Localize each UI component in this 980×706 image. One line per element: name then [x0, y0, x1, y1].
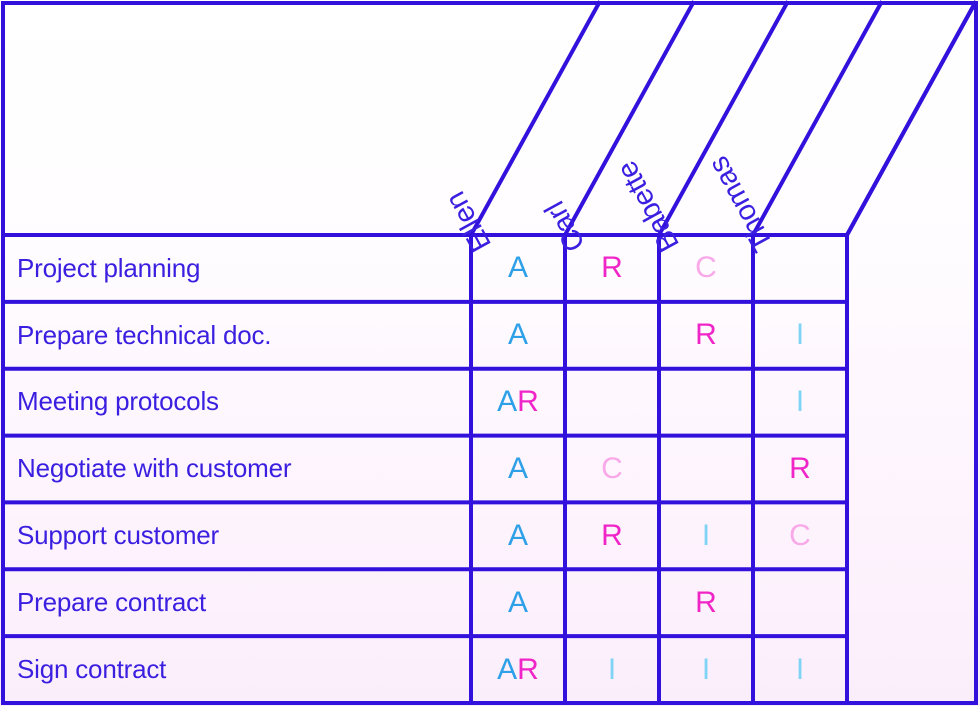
raci-value: R	[695, 585, 717, 619]
task-label: Sign contract	[17, 653, 167, 684]
raci-value: I	[701, 518, 711, 552]
raci-value: C	[695, 253, 717, 283]
raci-cell: R	[659, 569, 753, 636]
raci-cell: I	[753, 302, 847, 369]
raci-cell	[753, 235, 847, 302]
row-label-cell: Project planning	[3, 235, 471, 302]
raci-letter-r: R	[695, 318, 717, 352]
raci-value: A	[507, 518, 528, 552]
raci-matrix-diagram: Ellen Carl Babette Thomas Project planning P…	[0, 0, 980, 706]
raci-cell: A	[471, 436, 565, 503]
raci-cell: C	[565, 436, 659, 503]
raci-cell: A	[471, 569, 565, 636]
row-label-cell: Sign contract	[3, 636, 471, 703]
raci-value: A	[507, 585, 528, 619]
raci-cell: I	[565, 636, 659, 703]
raci-value: C	[601, 451, 623, 485]
raci-letter-c: C	[695, 251, 717, 285]
raci-letter-c: C	[789, 518, 811, 552]
raci-letter-a: A	[507, 251, 528, 285]
raci-cell: AR	[471, 369, 565, 436]
raci-letter-a: A	[497, 652, 518, 686]
raci-letter-c: C	[601, 451, 623, 485]
raci-cell: C	[659, 235, 753, 302]
raci-letter-r: R	[695, 585, 717, 619]
raci-cell	[565, 302, 659, 369]
raci-cell: R	[659, 302, 753, 369]
row-label-cell: Meeting protocols	[3, 369, 471, 436]
raci-cell	[753, 569, 847, 636]
raci-value: R	[789, 451, 811, 485]
raci-letter-i: I	[701, 518, 711, 552]
raci-cell	[659, 436, 753, 503]
row-label-cell: Prepare technical doc.	[3, 302, 471, 369]
raci-letter-i: I	[701, 652, 711, 686]
task-label: Prepare technical doc.	[17, 319, 272, 350]
raci-value: AR	[497, 652, 539, 686]
raci-value: R	[695, 320, 717, 350]
row-label-cell: Support customer	[3, 502, 471, 569]
raci-cell: I	[659, 502, 753, 569]
raci-value: I	[795, 652, 805, 686]
raci-cell: A	[471, 502, 565, 569]
raci-cell: AR	[471, 636, 565, 703]
raci-value: C	[789, 518, 811, 552]
task-label: Prepare contract	[17, 587, 207, 618]
raci-letter-a: A	[507, 585, 528, 619]
raci-value: A	[508, 320, 528, 350]
raci-value: R	[601, 518, 623, 552]
raci-letter-r: R	[601, 251, 623, 285]
task-label: Negotiate with customer	[17, 453, 292, 484]
raci-letter-i: I	[795, 318, 805, 352]
task-label: Project planning	[17, 252, 201, 283]
raci-cell: R	[565, 235, 659, 302]
raci-letter-a: A	[507, 451, 528, 485]
raci-letter-r: R	[517, 652, 539, 686]
raci-cell: I	[659, 636, 753, 703]
raci-cell	[565, 569, 659, 636]
raci-cell: I	[753, 369, 847, 436]
raci-letter-r: R	[601, 518, 623, 552]
raci-letter-a: A	[497, 385, 518, 419]
raci-value: R	[601, 253, 623, 283]
task-label: Support customer	[17, 520, 220, 551]
raci-cell	[565, 369, 659, 436]
raci-cell: R	[565, 502, 659, 569]
raci-letter-i: I	[607, 652, 617, 686]
raci-letter-i: I	[795, 385, 805, 419]
raci-value: I	[701, 652, 711, 686]
raci-letter-r: R	[789, 451, 811, 485]
raci-cell: A	[471, 235, 565, 302]
raci-letter-a: A	[507, 518, 528, 552]
raci-letter-a: A	[507, 318, 528, 352]
raci-cell: R	[753, 436, 847, 503]
raci-value: AR	[497, 387, 539, 417]
task-label: Meeting protocols	[17, 386, 219, 417]
raci-value: I	[607, 652, 617, 686]
raci-value: A	[508, 253, 528, 283]
raci-value: A	[507, 451, 528, 485]
raci-cell	[659, 369, 753, 436]
raci-value: I	[796, 320, 804, 350]
raci-cell: A	[471, 302, 565, 369]
raci-letter-i: I	[795, 652, 805, 686]
raci-cell: C	[753, 502, 847, 569]
raci-letter-r: R	[517, 385, 539, 419]
row-label-cell: Negotiate with customer	[3, 436, 471, 503]
raci-value: I	[796, 387, 804, 417]
row-label-cell: Prepare contract	[3, 569, 471, 636]
raci-cell: I	[753, 636, 847, 703]
